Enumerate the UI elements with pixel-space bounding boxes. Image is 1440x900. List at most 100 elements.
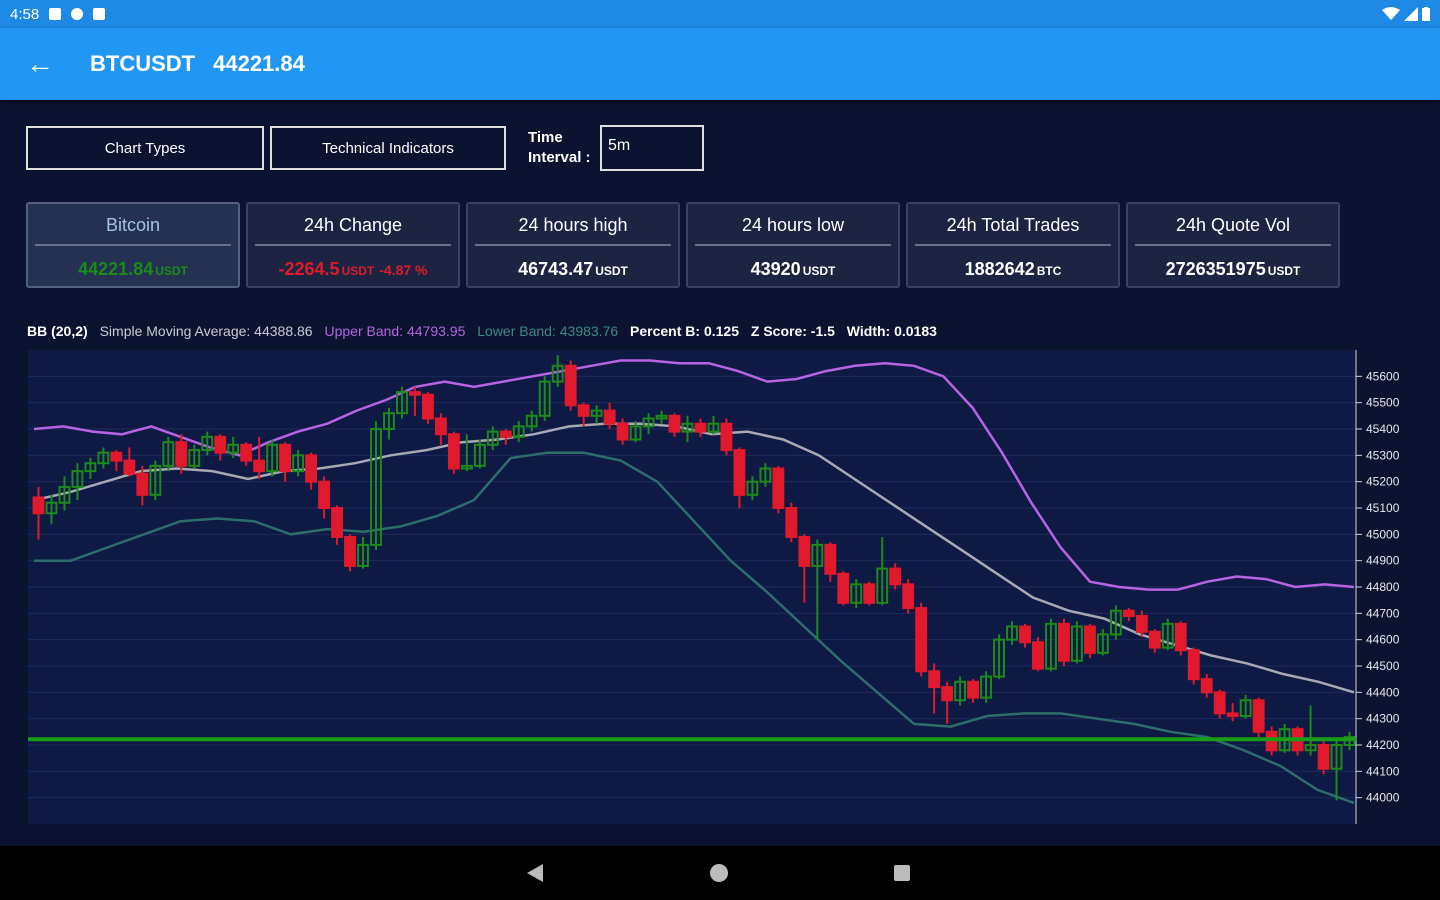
y-tick-label: 44200	[1366, 738, 1400, 752]
y-tick-label: 45300	[1366, 448, 1400, 462]
candle-body	[564, 364, 577, 407]
app-notification-icon	[71, 8, 84, 20]
back-arrow-icon[interactable]: ←	[0, 48, 80, 80]
nav-back-icon[interactable]	[527, 864, 543, 882]
candle-body	[240, 443, 253, 462]
candle-body	[447, 433, 460, 470]
legend-lower-band: Lower Band: 43983.76	[477, 323, 619, 339]
chart-types-button[interactable]: Chart Types	[26, 126, 264, 170]
candle-body	[616, 422, 629, 441]
time-interval-label: Time Interval :	[528, 129, 591, 166]
candle-body	[577, 404, 590, 417]
app-bar: ← BTCUSDT 44221.84	[0, 28, 1440, 100]
candle-body	[733, 449, 746, 496]
candle-body	[1252, 699, 1265, 733]
sd-card-icon	[93, 8, 106, 20]
stats-row: Bitcoin 44221.84 USDT 24h Change -2264.5 U…	[26, 202, 1340, 288]
y-tick-label: 44900	[1366, 554, 1400, 568]
candle-body	[785, 507, 798, 538]
candle-body	[967, 680, 980, 699]
stat-title: 24h Change	[303, 215, 403, 235]
stat-card-quote-vol: 24h Quote Vol 2726351975 USDT	[1126, 202, 1340, 288]
candle-body	[1135, 614, 1148, 633]
candle-body	[1213, 691, 1226, 715]
candle-body	[941, 686, 954, 702]
candle-body	[1187, 649, 1200, 681]
divider	[35, 244, 231, 246]
stat-value: 2726351975 USDT	[1165, 259, 1301, 279]
candle-body	[1200, 678, 1213, 694]
y-tick-label: 44000	[1366, 791, 1400, 805]
candle-body	[1148, 630, 1161, 649]
candle-body	[863, 583, 876, 604]
stat-title: 24h Quote Vol	[1175, 215, 1291, 235]
y-tick-label: 44100	[1366, 764, 1400, 778]
battery-icon	[1422, 7, 1430, 21]
y-tick-label: 44300	[1366, 712, 1400, 726]
candle-body	[1226, 712, 1239, 718]
candle-body	[305, 454, 318, 483]
stat-title: 24 hours low	[741, 215, 845, 235]
candle-body	[214, 435, 227, 454]
candle-body	[915, 607, 928, 673]
stat-card-low: 24 hours low 43920 USDT	[686, 202, 900, 288]
candle-body	[1058, 622, 1070, 662]
y-tick-label: 45500	[1366, 396, 1400, 410]
legend-upper-band: Upper Band: 44793.95	[324, 323, 466, 339]
y-tick-label: 45400	[1366, 422, 1400, 436]
candle-body	[123, 459, 136, 475]
stat-value: 43920 USDT	[750, 259, 836, 279]
divider	[475, 244, 671, 246]
stat-card-high: 24 hours high 46743.47 USDT	[466, 202, 680, 288]
candle-body	[824, 543, 837, 575]
legend-bb: BB (20,2)	[27, 323, 88, 339]
candle-body	[32, 496, 45, 515]
candle-body	[928, 670, 941, 689]
stat-title: 24 hours high	[518, 215, 628, 235]
divider	[915, 244, 1111, 246]
status-time: 4:58	[10, 5, 40, 23]
status-bar: 4:58	[0, 0, 1440, 28]
candle-body	[694, 422, 707, 433]
y-tick-label: 45000	[1366, 527, 1400, 541]
candle-body	[1317, 744, 1330, 770]
candle-body	[720, 422, 733, 452]
candle-body	[136, 472, 149, 496]
candle-body	[798, 535, 811, 567]
candle-body	[1019, 625, 1031, 644]
candle-body	[253, 459, 266, 473]
candle-body	[1032, 641, 1044, 670]
y-tick-label: 45100	[1366, 501, 1400, 515]
y-tick-label: 44700	[1366, 606, 1400, 620]
candle-body	[331, 507, 343, 538]
stat-value: 44221.84 USDT	[78, 259, 188, 279]
signal-icon	[1404, 7, 1418, 21]
stat-value: 46743.47 USDT	[518, 259, 628, 279]
candle-body	[837, 572, 850, 604]
system-nav-bar	[0, 846, 1440, 900]
candle-body	[1083, 625, 1096, 654]
nav-recents-icon[interactable]	[894, 865, 910, 881]
divider	[255, 244, 451, 246]
nav-home-icon[interactable]	[710, 864, 728, 882]
candle-body	[279, 443, 292, 473]
stat-card-trades: 24h Total Trades 1882642 BTC	[906, 202, 1120, 288]
legend-sma: Simple Moving Average: 44388.86	[99, 323, 313, 339]
current-price: 44221.84	[213, 51, 305, 76]
candle-body	[889, 567, 902, 586]
candle-body	[408, 391, 421, 396]
candle-body	[434, 417, 447, 436]
indicator-legend: BB (20,2) Simple Moving Average: 44388.8…	[27, 323, 945, 339]
time-interval-input[interactable]: 5m	[600, 125, 704, 171]
candle-body	[1122, 609, 1135, 617]
legend-width: Width: 0.0183	[846, 323, 937, 339]
y-tick-label: 44500	[1366, 659, 1400, 673]
candlestick-chart[interactable]: 44000 44100 44200 44300 44400 44500 44600 44700…	[0, 346, 1440, 846]
candle-body	[421, 393, 434, 420]
page-title: BTCUSDT 44221.84	[90, 51, 305, 77]
candle-body	[175, 441, 188, 467]
stat-value: -2264.5 USDT -4.87 %	[278, 259, 428, 279]
legend-percent-b: Percent B: 0.125	[630, 323, 739, 339]
technical-indicators-button[interactable]: Technical Indicators	[270, 126, 506, 170]
stat-title: Bitcoin	[105, 215, 161, 235]
